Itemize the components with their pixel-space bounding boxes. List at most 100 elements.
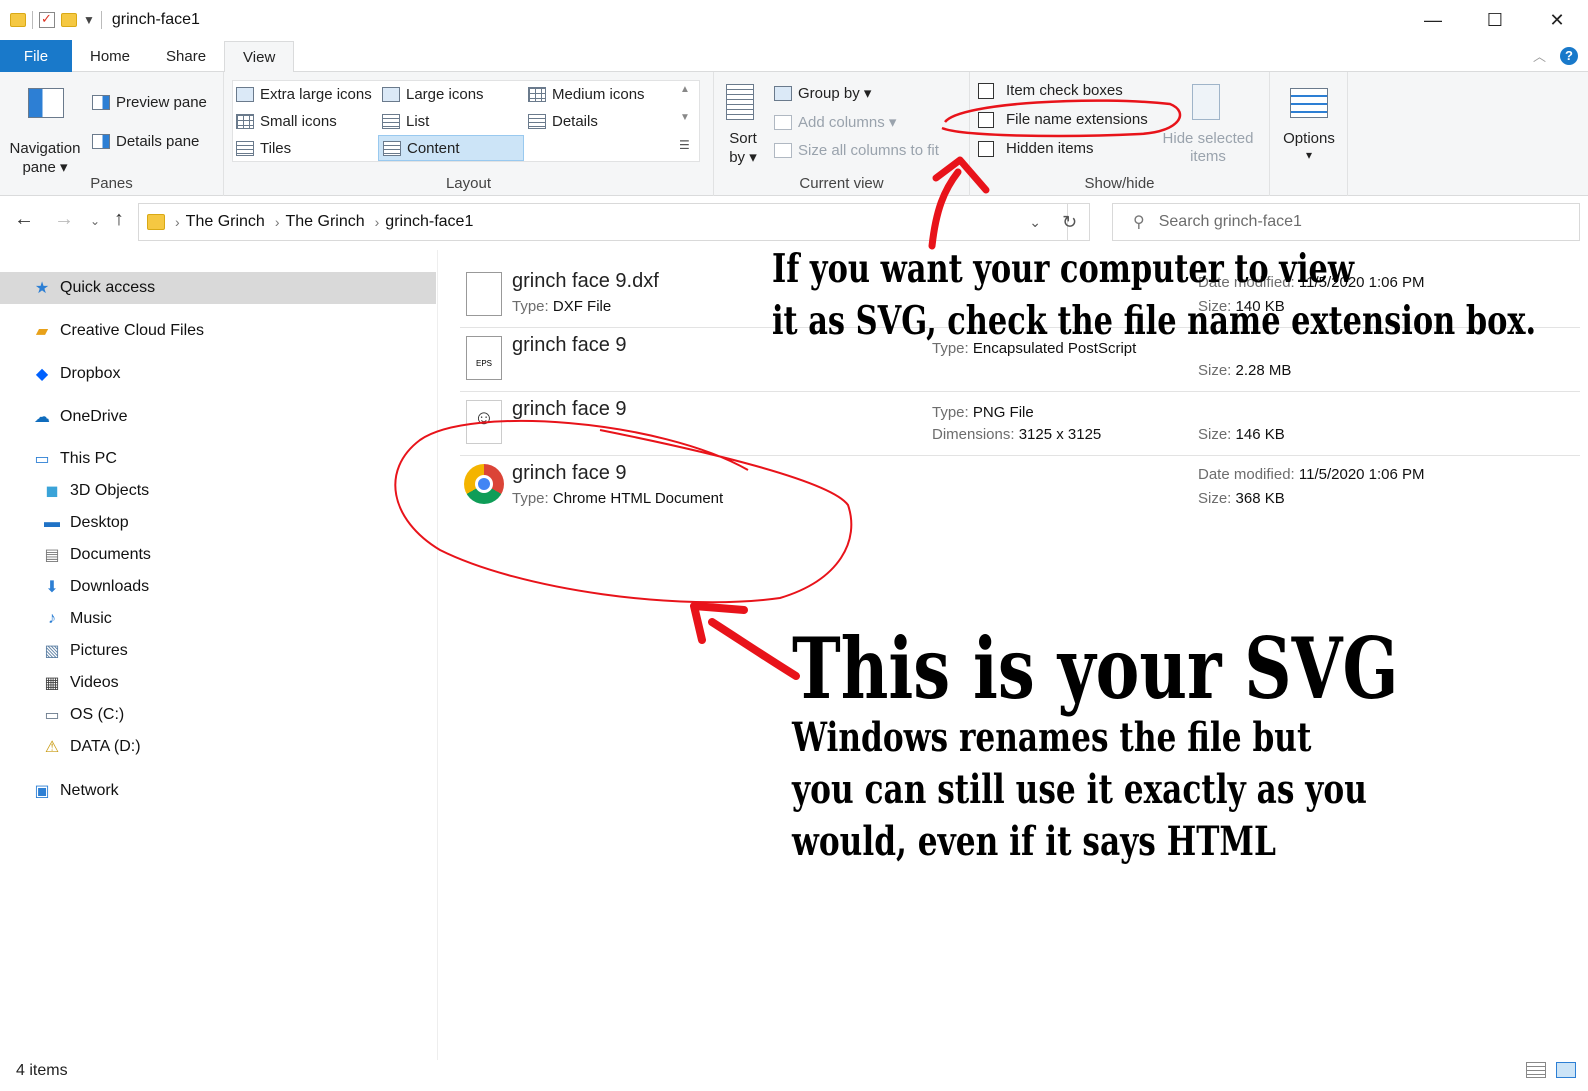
chevron-right-icon[interactable]: › (275, 214, 280, 230)
navigation-pane-button[interactable]: Navigation pane ▾ (6, 84, 84, 176)
preview-pane-button[interactable]: Preview pane (92, 94, 207, 111)
search-box[interactable]: ⚲ Search grinch-face1 (1112, 203, 1580, 241)
panes-group: Navigation pane ▾ Preview pane Details p… (0, 72, 224, 196)
type-value: Chrome HTML Document (552, 490, 724, 507)
search-input[interactable]: Search grinch-face1 (1159, 213, 1302, 231)
nav-item-os-c[interactable]: ▭ OS (C:) (0, 699, 436, 731)
sort-by-button[interactable]: Sort by ▾ (720, 82, 766, 172)
maximize-button[interactable]: ☐ (1464, 0, 1526, 40)
nav-item-label: Documents (70, 546, 151, 563)
nav-item-onedrive[interactable]: ☁ OneDrive (0, 401, 436, 433)
hidden-items-label: Hidden items (1006, 140, 1094, 157)
nav-item-desktop[interactable]: ▬ Desktop (0, 507, 436, 539)
tiles-button[interactable]: Tiles (236, 140, 291, 157)
options-button[interactable]: Options ▾ (1274, 84, 1344, 174)
nav-item-data-d[interactable]: ⚠ DATA (D:) (0, 731, 436, 763)
collapse-ribbon-icon[interactable]: ︿ (1533, 46, 1546, 65)
hide-selected-items-button[interactable]: Hide selected items (1158, 82, 1258, 172)
back-arrow-icon[interactable]: ← (14, 208, 34, 231)
size-columns-icon (774, 143, 792, 158)
tab-home[interactable]: Home (72, 40, 148, 72)
small-icons-button[interactable]: Small icons (236, 113, 337, 130)
nav-item-quick-access[interactable]: ★ Quick access (0, 272, 436, 304)
size-all-columns-button[interactable]: Size all columns to fit (774, 142, 939, 159)
window-controls: — ☐ ✕ (1402, 0, 1588, 40)
tab-share[interactable]: Share (148, 40, 224, 72)
nav-item-creative-cloud-files[interactable]: ▰ Creative Cloud Files (0, 315, 436, 347)
size-value: 2.28 MB (1235, 362, 1292, 379)
sort-by-label: Sort (729, 130, 757, 147)
nav-item-label: Network (60, 782, 119, 799)
list-button[interactable]: List (382, 113, 429, 130)
add-columns-button[interactable]: Add columns ▾ (774, 113, 896, 131)
chevron-right-icon[interactable]: › (175, 214, 180, 230)
nav-item-downloads[interactable]: ⬇ Downloads (0, 571, 436, 603)
breadcrumb-the-grinch[interactable]: The Grinch (186, 213, 265, 231)
details-view-icon[interactable] (1526, 1062, 1546, 1078)
up-arrow-icon[interactable]: ↑ (114, 208, 124, 231)
group-by-label: Group by ▾ (798, 85, 872, 102)
nav-item-label: Dropbox (60, 365, 121, 382)
file-name-extensions-toggle[interactable]: File name extensions (978, 111, 1148, 128)
minimize-button[interactable]: — (1402, 0, 1464, 40)
group-by-button[interactable]: Group by ▾ (774, 84, 871, 102)
large-icons-view-icon[interactable] (1556, 1062, 1576, 1078)
file-name-extensions-checkbox[interactable] (978, 111, 994, 128)
body-line-3: would, even if it says HTML (792, 818, 1276, 865)
gallery-expand-icon[interactable]: ☰ (679, 138, 690, 152)
details-button[interactable]: Details (528, 113, 598, 130)
nav-item-dropbox[interactable]: ◆ Dropbox (0, 358, 436, 390)
nav-item-videos[interactable]: ▦ Videos (0, 667, 436, 699)
breadcrumb-the-grinch-2[interactable]: The Grinch (285, 213, 364, 231)
nav-item-network[interactable]: ▣ Network (0, 775, 436, 807)
refresh-button[interactable]: ↻ (1050, 203, 1090, 241)
quick-access-toolbar: ▼ (10, 11, 102, 29)
tiles-label: Tiles (260, 140, 292, 157)
hidden-items-toggle[interactable]: Hidden items (978, 140, 1094, 157)
hide-selected-icon (1192, 84, 1220, 120)
title-bar: ▼ grinch-face1 — ☐ ✕ (0, 0, 1588, 40)
hide-selected-label-2: items (1190, 148, 1226, 165)
hidden-items-checkbox[interactable] (978, 140, 994, 157)
details-pane-button[interactable]: Details pane (92, 133, 199, 150)
options-group: Options ▾ (1270, 72, 1348, 196)
breadcrumb-grinch-face1[interactable]: grinch-face1 (385, 213, 473, 231)
nav-item-3d-objects[interactable]: ◼ 3D Objects (0, 475, 436, 507)
tab-file[interactable]: File (0, 40, 72, 72)
help-icon[interactable]: ? (1560, 46, 1578, 65)
chevron-right-icon[interactable]: › (375, 214, 380, 230)
item-check-boxes-toggle[interactable]: Item check boxes (978, 82, 1123, 99)
nav-item-this-pc[interactable]: ▭ This PC (0, 443, 436, 475)
gallery-scroll-up-icon[interactable]: ▲ (680, 84, 690, 95)
file-date: Date modified: 11/5/2020 1:06 PM (1198, 466, 1425, 483)
dimensions-value: 3125 x 3125 (1018, 426, 1102, 443)
recent-locations-icon[interactable]: ⌄ (90, 214, 100, 228)
medium-icons-button[interactable]: Medium icons (528, 86, 645, 103)
gallery-scroll-down-icon[interactable]: ▼ (680, 112, 690, 123)
folder-icon[interactable] (10, 13, 26, 27)
folder-icon (147, 214, 165, 230)
close-button[interactable]: ✕ (1526, 0, 1588, 40)
item-check-boxes-checkbox[interactable] (978, 82, 994, 99)
new-folder-icon[interactable] (61, 13, 77, 27)
content-button[interactable]: Content (378, 135, 524, 161)
address-dropdown-icon[interactable]: ⌄ (1029, 214, 1041, 231)
large-icons-button[interactable]: Large icons (382, 86, 484, 103)
file-size: Size: 368 KB (1198, 490, 1285, 507)
customize-toolbar-icon[interactable]: ▼ (83, 13, 95, 27)
list-item[interactable]: ☺ grinch face 9 Type: PNG File Dimension… (460, 392, 1580, 456)
drive-d-icon: ⚠ (44, 739, 60, 756)
properties-icon[interactable] (39, 11, 55, 28)
nav-item-documents[interactable]: ▤ Documents (0, 539, 436, 571)
tab-view[interactable]: View (224, 41, 295, 73)
nav-item-music[interactable]: ♪ Music (0, 603, 436, 635)
list-item[interactable]: grinch face 9 Type: Chrome HTML Document… (460, 456, 1580, 520)
forward-arrow-icon[interactable]: → (54, 208, 74, 231)
ribbon-tabs: File Home Share View ︿ ? (0, 40, 1588, 73)
extra-large-icons-button[interactable]: Extra large icons (236, 86, 372, 103)
address-bar[interactable]: › The Grinch › The Grinch › grinch-face1… (138, 203, 1068, 241)
current-view-group-label: Current view (799, 175, 884, 192)
panes-group-label: Panes (90, 175, 133, 192)
nav-item-pictures[interactable]: ▧ Pictures (0, 635, 436, 667)
add-columns-label: Add columns ▾ (798, 114, 897, 131)
